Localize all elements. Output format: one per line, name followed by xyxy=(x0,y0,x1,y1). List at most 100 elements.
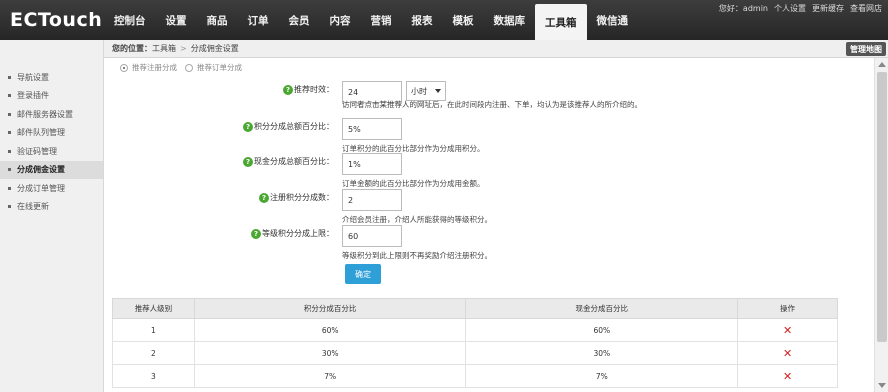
breadcrumb-prefix: 您的位置： xyxy=(112,44,152,53)
register-points-input[interactable] xyxy=(342,189,402,211)
table-row: 3 7% 7% ✕ xyxy=(112,364,838,388)
cash-percentage-input[interactable] xyxy=(342,153,402,175)
sidebar-item-label: 邮件服务器设置 xyxy=(17,109,73,119)
radio-order-label[interactable]: 推荐订单分成 xyxy=(197,62,242,73)
help-icon[interactable]: ? xyxy=(251,228,261,239)
sidebar-item-commission-settings[interactable]: 分成佣金设置 xyxy=(0,160,103,179)
main-content: 推荐注册分成 推荐订单分成 ?推荐时效： 小时 访问者点击某推荐人的网址后，在此… xyxy=(104,58,874,392)
radio-register-commission[interactable] xyxy=(120,63,128,72)
delete-icon[interactable]: ✕ xyxy=(783,347,792,360)
cell-level: 2 xyxy=(112,341,195,365)
nav-item-orders[interactable]: 订单 xyxy=(238,0,279,40)
help-icon[interactable]: ? xyxy=(259,192,269,203)
field-label-text: 注册积分分成数： xyxy=(270,193,334,202)
sidebar-item-label: 导航设置 xyxy=(17,72,49,82)
field-hint: 介绍会员注册，介绍人所能获得的等级积分。 xyxy=(342,215,492,224)
cell-cash-pct[interactable]: 60% xyxy=(465,318,739,342)
user-greeting: 您好：admin xyxy=(718,4,768,13)
cell-level: 1 xyxy=(112,318,195,342)
sidebar-item-online-update[interactable]: 在线更新 xyxy=(0,198,103,217)
radio-register-label[interactable]: 推荐注册分成 xyxy=(132,62,177,73)
scroll-down-arrow-icon[interactable] xyxy=(878,383,886,388)
field-label: ? 积分分成总额百分比： xyxy=(243,121,334,132)
sidebar: 导航设置 登录插件 邮件服务器设置 邮件队列管理 验证码管理 分成佣金设置 分成… xyxy=(0,40,104,392)
column-header-level: 推荐人级别 xyxy=(112,298,195,319)
cell-points-pct[interactable]: 7% xyxy=(193,364,467,388)
breadcrumb: 您的位置： 工具箱 > 分成佣金设置 管理地图 xyxy=(104,40,888,58)
column-header-cash-pct: 现金分成百分比 xyxy=(465,298,739,319)
level-points-cap-input[interactable] xyxy=(342,225,402,247)
scroll-up-arrow-icon[interactable] xyxy=(878,62,886,67)
sidebar-item-commission-orders[interactable]: 分成订单管理 xyxy=(0,179,103,198)
top-links: 您好：admin 个人设置 更新缓存 查看网店 xyxy=(719,3,882,14)
cell-actions: ✕ xyxy=(737,341,838,365)
field-label: ? 等级积分分成上限： xyxy=(251,228,334,239)
nav-item-database[interactable]: 数据库 xyxy=(484,0,536,40)
sidebar-item-mail-server[interactable]: 邮件服务器设置 xyxy=(0,105,103,124)
cell-cash-pct[interactable]: 7% xyxy=(465,364,739,388)
help-icon[interactable]: ? xyxy=(243,156,253,167)
scrollbar-thumb[interactable] xyxy=(877,72,887,342)
nav-item-toolbox[interactable]: 工具箱 xyxy=(535,4,587,40)
sidebar-item-label: 在线更新 xyxy=(17,202,49,212)
sidebar-item-mail-queue[interactable]: 邮件队列管理 xyxy=(0,124,103,143)
field-label-text: 积分分成总额百分比： xyxy=(254,122,334,131)
sitemap-button[interactable]: 管理地图 xyxy=(846,42,886,56)
commission-levels-table: 推荐人级别 积分分成百分比 现金分成百分比 操作 1 60% 60% ✕ 2 3… xyxy=(112,298,838,388)
bullet-icon xyxy=(8,205,11,209)
points-percentage-input[interactable] xyxy=(342,118,402,140)
table-header-row: 推荐人级别 积分分成百分比 现金分成百分比 操作 xyxy=(112,298,838,319)
cell-cash-pct[interactable]: 30% xyxy=(465,341,739,365)
sidebar-item-label: 登录插件 xyxy=(17,91,49,101)
nav-item-marketing[interactable]: 营销 xyxy=(361,0,402,40)
column-header-actions: 操作 xyxy=(737,298,838,319)
nav-item-goods[interactable]: 商品 xyxy=(197,0,238,40)
field-label: ? 推荐时效： xyxy=(283,84,334,95)
time-unit-select[interactable]: 小时 xyxy=(406,81,446,101)
table-row: 1 60% 60% ✕ xyxy=(112,318,838,342)
field-hint: 订单金额的此百分比部分作为分成用金额。 xyxy=(342,179,485,188)
bullet-icon xyxy=(8,168,11,172)
column-header-points-pct: 积分分成百分比 xyxy=(193,298,467,319)
cell-level: 3 xyxy=(112,364,195,388)
chevron-down-icon xyxy=(435,89,441,93)
bullet-icon xyxy=(8,186,11,190)
delete-icon[interactable]: ✕ xyxy=(783,324,792,337)
cell-actions: ✕ xyxy=(737,318,838,342)
submit-button[interactable]: 确定 xyxy=(345,264,381,284)
vertical-scrollbar[interactable] xyxy=(874,58,888,392)
breadcrumb-toolbox[interactable]: 工具箱 xyxy=(152,43,176,54)
sidebar-item-navigation[interactable]: 导航设置 xyxy=(0,68,103,87)
bullet-icon xyxy=(8,75,11,79)
profile-settings-link[interactable]: 个人设置 xyxy=(774,3,806,14)
field-label: ? 注册积分分成数： xyxy=(259,192,334,203)
cell-points-pct[interactable]: 30% xyxy=(193,341,467,365)
app-logo[interactable]: ECTouch xyxy=(10,9,102,31)
nav-item-settings[interactable]: 设置 xyxy=(156,0,197,40)
breadcrumb-separator: > xyxy=(180,44,187,53)
field-hint: 访问者点击某推荐人的网址后，在此时间段内注册、下单，均认为是该推荐人的所介绍的。 xyxy=(342,100,642,109)
sidebar-item-label: 分成订单管理 xyxy=(17,183,65,193)
radio-order-commission[interactable] xyxy=(185,63,193,72)
bullet-icon xyxy=(8,131,11,135)
top-navigation-bar: ECTouch 控制台 设置 商品 订单 会员 内容 营销 报表 模板 数据库 … xyxy=(0,0,888,40)
sidebar-item-captcha[interactable]: 验证码管理 xyxy=(0,142,103,161)
nav-item-templates[interactable]: 模板 xyxy=(443,0,484,40)
delete-icon[interactable]: ✕ xyxy=(783,370,792,383)
view-shop-link[interactable]: 查看网店 xyxy=(850,3,882,14)
table-row: 2 30% 30% ✕ xyxy=(112,341,838,365)
nav-item-members[interactable]: 会员 xyxy=(279,0,320,40)
sidebar-item-label: 验证码管理 xyxy=(17,146,57,156)
cell-actions: ✕ xyxy=(737,364,838,388)
nav-item-dashboard[interactable]: 控制台 xyxy=(104,0,156,40)
field-label-text: 推荐时效： xyxy=(294,85,334,94)
nav-item-content[interactable]: 内容 xyxy=(320,0,361,40)
sidebar-item-login-plugins[interactable]: 登录插件 xyxy=(0,87,103,106)
nav-item-reports[interactable]: 报表 xyxy=(402,0,443,40)
breadcrumb-current: 分成佣金设置 xyxy=(190,44,239,53)
help-icon[interactable]: ? xyxy=(243,121,253,132)
nav-item-wechat[interactable]: 微信通 xyxy=(587,0,639,40)
help-icon[interactable]: ? xyxy=(283,84,293,95)
clear-cache-link[interactable]: 更新缓存 xyxy=(812,3,844,14)
cell-points-pct[interactable]: 60% xyxy=(193,318,467,342)
